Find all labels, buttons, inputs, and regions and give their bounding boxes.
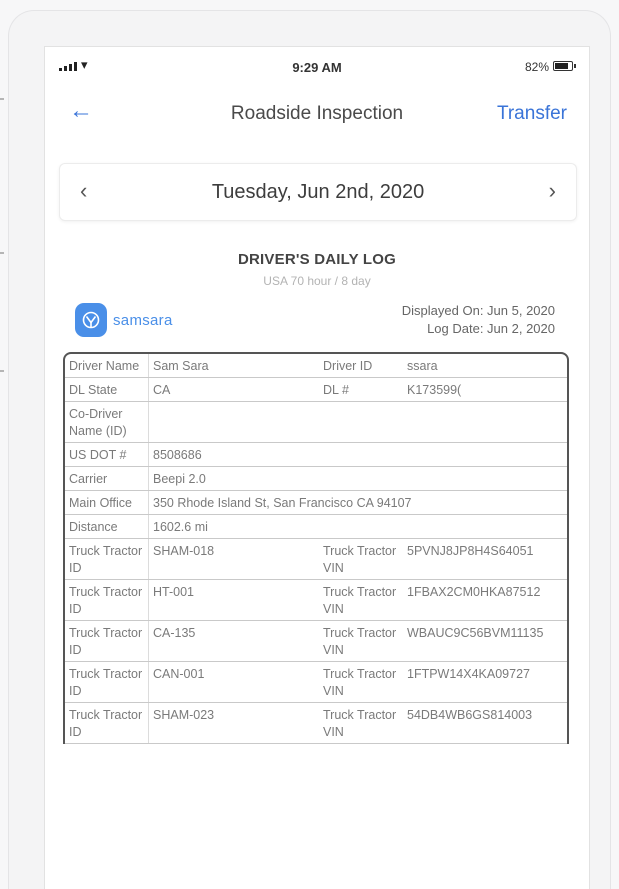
vehicle-vin-label: Truck Tractor VIN	[323, 626, 397, 657]
dl-state-label: DL State	[65, 378, 149, 401]
vehicle-vin: WBAUC9C56BVM11135	[407, 626, 544, 640]
status-bar: ▾ 9:29 AM 82%	[45, 47, 589, 85]
table-row: Truck Tractor ID CAN-001 Truck Tractor V…	[65, 662, 567, 703]
transfer-button[interactable]: Transfer	[497, 103, 567, 125]
co-driver-label: Co-Driver Name (ID)	[65, 402, 149, 442]
vehicle-id: SHAM-023	[153, 708, 215, 722]
displayed-on: Displayed On: Jun 5, 2020	[401, 303, 555, 318]
date-selector: ‹ Tuesday, Jun 2nd, 2020 ›	[59, 163, 577, 221]
nav-bar: ← Roadside Inspection Transfer	[45, 93, 589, 137]
driver-log-table: Driver Name Sam Sara Driver ID ssara DL …	[63, 352, 569, 744]
samsara-logo-icon	[75, 303, 107, 337]
table-row: Truck Tractor ID SHAM-023 Truck Tractor …	[65, 703, 567, 744]
us-dot-label: US DOT #	[65, 443, 149, 466]
vehicle-vin: 1FTPW14X4KA09727	[407, 667, 530, 681]
vehicle-id-label: Truck Tractor ID	[65, 539, 149, 579]
table-row: Truck Tractor ID HT-001 Truck Tractor VI…	[65, 580, 567, 621]
log-meta: Displayed On: Jun 5, 2020 Log Date: Jun …	[402, 302, 555, 338]
selected-date: Tuesday, Jun 2nd, 2020	[211, 181, 425, 203]
distance: 1602.6 mi	[153, 520, 208, 534]
table-row: DL State CA DL # K173599(	[65, 378, 567, 402]
vehicle-id: CA-135	[153, 626, 196, 640]
vehicle-id-label: Truck Tractor ID	[65, 621, 149, 661]
table-row: Driver Name Sam Sara Driver ID ssara	[65, 354, 567, 378]
driver-id: ssara	[407, 359, 438, 373]
table-row: Truck Tractor ID SHAM-018 Truck Tractor …	[65, 539, 567, 580]
vehicle-vin-label: Truck Tractor VIN	[323, 544, 397, 575]
vehicle-id-label: Truck Tractor ID	[65, 703, 149, 743]
dl-number-label: DL #	[323, 383, 349, 397]
table-row: Truck Tractor ID CA-135 Truck Tractor VI…	[65, 621, 567, 662]
table-row: Main Office 350 Rhode Island St, San Fra…	[65, 491, 567, 515]
vehicle-vin: 5PVNJ8JP8H4S64051	[407, 544, 534, 558]
phone-screen: ▾ 9:29 AM 82% ← Roadside Inspection Tran…	[44, 46, 590, 889]
vehicle-id: HT-001	[153, 585, 194, 599]
battery-percent: 82%	[524, 60, 549, 74]
vehicle-id: CAN-001	[153, 667, 205, 681]
dl-number: K173599(	[407, 383, 462, 397]
carrier-label: Carrier	[65, 467, 149, 490]
vehicle-id: SHAM-018	[153, 544, 215, 558]
log-date: Log Date: Jun 2, 2020	[427, 321, 555, 336]
main-office: 350 Rhode Island St, San Francisco CA 94…	[153, 496, 412, 510]
vehicle-vin: 1FBAX2CM0HKA87512	[407, 585, 541, 599]
edge-tick	[0, 98, 4, 100]
driver-id-label: Driver ID	[323, 359, 373, 373]
edge-tick	[0, 370, 4, 372]
table-row: Distance 1602.6 mi	[65, 515, 567, 539]
distance-label: Distance	[65, 515, 149, 538]
co-driver	[149, 402, 567, 442]
vehicle-id-label: Truck Tractor ID	[65, 662, 149, 702]
battery-icon	[553, 61, 576, 71]
table-row: Carrier Beepi 2.0	[65, 467, 567, 491]
log-subtitle: USA 70 hour / 8 day	[263, 274, 371, 288]
vehicle-vin: 54DB4WB6GS814003	[407, 708, 533, 722]
main-office-label: Main Office	[65, 491, 149, 514]
us-dot: 8508686	[153, 448, 202, 462]
vehicle-vin-label: Truck Tractor VIN	[323, 667, 397, 698]
chevron-right-icon[interactable]: ›	[549, 178, 556, 204]
table-row: US DOT # 8508686	[65, 443, 567, 467]
vehicle-vin-label: Truck Tractor VIN	[323, 708, 397, 739]
samsara-logo: samsara	[75, 302, 173, 338]
vehicle-vin-label: Truck Tractor VIN	[323, 585, 397, 616]
driver-name: Sam Sara	[153, 359, 209, 373]
log-title: DRIVER'S DAILY LOG	[237, 251, 397, 268]
brand-name: samsara	[113, 311, 173, 329]
vehicle-id-label: Truck Tractor ID	[65, 580, 149, 620]
edge-tick	[0, 252, 4, 254]
dl-state: CA	[153, 383, 171, 397]
carrier: Beepi 2.0	[153, 472, 206, 486]
driver-name-label: Driver Name	[65, 354, 149, 377]
status-time: 9:29 AM	[292, 60, 342, 75]
table-row: Co-Driver Name (ID)	[65, 402, 567, 443]
